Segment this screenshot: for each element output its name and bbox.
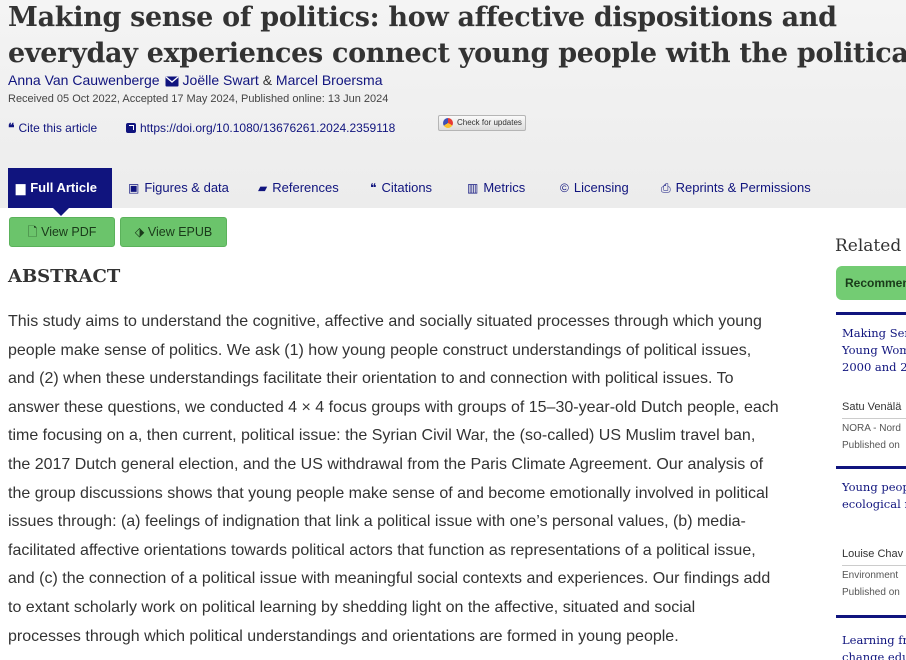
- related-article-title[interactable]: ecological r: [842, 496, 906, 513]
- author-link-1[interactable]: Anna Van Cauwenberge: [8, 72, 160, 88]
- related-article-title[interactable]: Learning fro: [842, 632, 906, 649]
- related-article-source: NORA - Nord: [842, 423, 901, 434]
- tab-citations[interactable]: ❝ Citations: [370, 168, 432, 208]
- tab-reprints-permissions[interactable]: ⎙ Reprints & Permissions: [661, 168, 811, 208]
- related-article-author: Satu Venälä: [842, 401, 902, 413]
- abstract-line: This study aims to understand the cognit…: [8, 313, 762, 330]
- epub-icon: ⬗: [134, 225, 145, 239]
- tab-references[interactable]: ▰ References: [258, 168, 339, 208]
- view-pdf-button[interactable]: 🗋 View PDF: [9, 217, 115, 247]
- card-divider: [842, 565, 906, 566]
- quote-icon: ❝: [8, 121, 15, 135]
- related-article-source: Environment: [842, 570, 899, 581]
- check-for-updates-button[interactable]: Check for updates: [438, 115, 526, 131]
- abstract-line: to extant scholarly work on political le…: [8, 598, 696, 616]
- view-pdf-label: View PDF: [41, 225, 97, 239]
- abstract-line: the 2017 Dutch general election, and the…: [8, 455, 764, 473]
- abstract-line: answer these questions, we conducted 4 ×…: [8, 398, 779, 416]
- document-icon: ▆: [16, 181, 26, 195]
- abstract-line: and (c) the connection of a political is…: [8, 570, 771, 588]
- author-link-3[interactable]: Marcel Broersma: [276, 72, 383, 88]
- related-heading: Related r: [835, 236, 906, 256]
- abstract-line: facilitated affective orientations towar…: [8, 541, 756, 559]
- abstract-line: the group discussions shows that young p…: [8, 484, 769, 502]
- abstract-line: and (2) when these understandings facili…: [8, 370, 734, 388]
- author-separator: &: [262, 72, 273, 88]
- bar-chart-icon: ▥: [467, 181, 479, 195]
- tab-label: References: [272, 180, 339, 195]
- card-divider: [842, 418, 906, 419]
- pdf-file-icon: 🗋: [27, 225, 38, 239]
- tab-recommended[interactable]: Recommen: [836, 266, 906, 300]
- publication-dates: Received 05 Oct 2022, Accepted 17 May 20…: [8, 93, 389, 105]
- cite-article-link[interactable]: ❝ Cite this article: [8, 121, 97, 135]
- abstract-line: issues through: (a) feelings of indignat…: [8, 513, 746, 531]
- tab-metrics[interactable]: ▥ Metrics: [467, 168, 525, 208]
- author-list: Anna Van Cauwenberge Joëlle Swart & Marce…: [8, 72, 383, 90]
- related-article-title[interactable]: 2000 and 20: [842, 359, 906, 376]
- envelope-icon[interactable]: [165, 74, 179, 90]
- printer-icon: ⎙: [661, 181, 671, 195]
- book-icon: ▰: [258, 181, 268, 195]
- tab-label: Full Article: [30, 180, 97, 195]
- external-link-icon: [126, 123, 136, 133]
- check-for-updates-label: Check for updates: [457, 118, 522, 127]
- tab-label: Citations: [381, 180, 433, 195]
- related-article-title[interactable]: change edu: [842, 649, 906, 660]
- image-icon: ▣: [128, 181, 140, 195]
- copyright-icon: ©: [560, 181, 569, 195]
- quote-icon: ❝: [370, 181, 377, 195]
- related-article-card[interactable]: Making Sens Young Wom 2000 and 20 Satu V…: [836, 312, 906, 462]
- author-link-2[interactable]: Joëlle Swart: [183, 72, 259, 88]
- related-article-card[interactable]: Young peop ecological r Louise Chav Envi…: [836, 466, 906, 606]
- related-article-card[interactable]: Learning fro change edu: [836, 615, 906, 660]
- doi-link[interactable]: https://doi.org/10.1080/13676261.2024.23…: [126, 121, 395, 135]
- abstract-line: processes through which political unders…: [8, 627, 679, 645]
- article-header: Making sense of politics: how affective …: [0, 0, 906, 216]
- abstract-heading: ABSTRACT: [8, 266, 121, 287]
- article-title-line-2: everyday experiences connect young peopl…: [8, 38, 906, 69]
- abstract-body: This study aims to understand the cognit…: [8, 308, 828, 651]
- related-article-title[interactable]: Making Sens: [842, 325, 906, 342]
- article-title-line-1: Making sense of politics: how affective …: [8, 2, 837, 33]
- view-epub-button[interactable]: ⬗ View EPUB: [120, 217, 227, 247]
- tab-label: Reprints & Permissions: [675, 180, 811, 195]
- related-article-title[interactable]: Young peop: [842, 479, 906, 496]
- abstract-line: people make sense of politics. We ask (1…: [8, 341, 752, 359]
- tab-label: Metrics: [483, 180, 526, 195]
- related-article-published: Published on: [842, 440, 900, 451]
- related-research-sidebar: Related r Recommen Making Sens Young Wom…: [830, 230, 906, 660]
- related-article-published: Published on: [842, 587, 900, 598]
- related-article-title[interactable]: Young Wom: [842, 342, 906, 359]
- tab-licensing[interactable]: © Licensing: [560, 168, 629, 208]
- article-tabs: ▆ Full Article ▣ Figures & data ▰ Reference…: [0, 168, 906, 216]
- doi-text: https://doi.org/10.1080/13676261.2024.23…: [140, 121, 396, 135]
- tab-figures-data[interactable]: ▣ Figures & data: [128, 168, 229, 208]
- abstract-line: time focusing on a, then current, politi…: [8, 427, 756, 445]
- tab-full-article[interactable]: ▆ Full Article: [8, 168, 112, 216]
- crossmark-icon: [443, 118, 453, 128]
- view-epub-label: View EPUB: [147, 225, 213, 239]
- related-article-author: Louise Chav: [842, 548, 904, 560]
- cite-article-label: Cite this article: [18, 121, 98, 135]
- tab-label: Figures & data: [144, 180, 229, 195]
- tab-label: Licensing: [573, 180, 629, 195]
